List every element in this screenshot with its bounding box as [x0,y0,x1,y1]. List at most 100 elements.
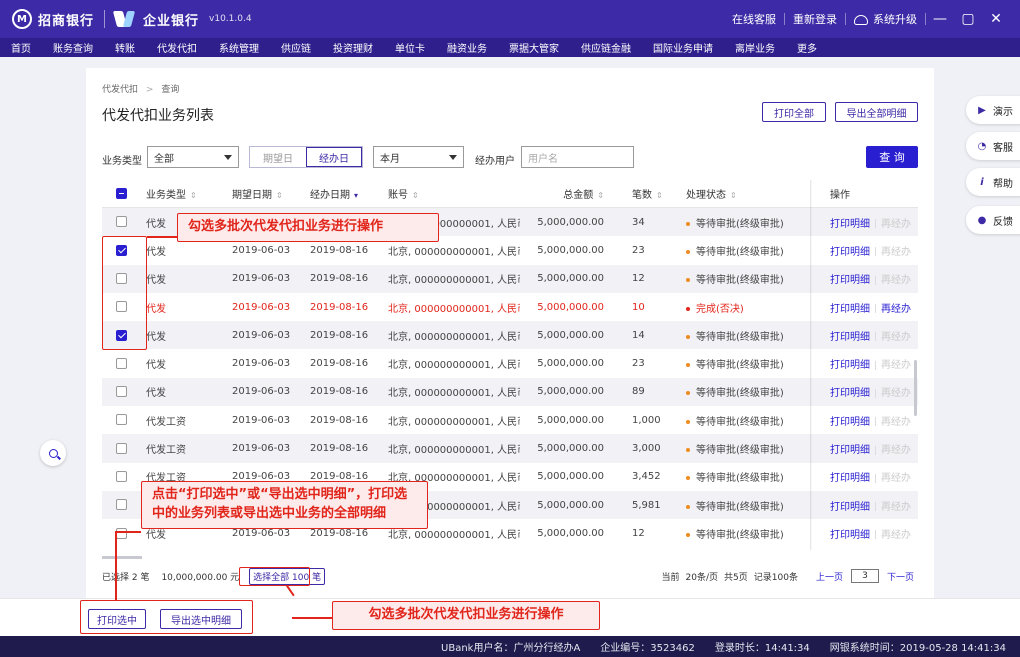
header-expected[interactable]: 期望日期 ⇕ [232,186,310,201]
cell-amount: 5,000,000.00 [537,471,604,483]
cell-account: 北京, 000000000001, 人民币 [388,303,520,315]
zoom-button[interactable] [40,440,66,466]
cell-ops: 打印明细 再经办 [822,215,918,230]
nav-item-system[interactable]: 系统管理 [208,40,270,55]
print-detail-link[interactable]: 打印明细 [830,445,870,456]
print-detail-link[interactable]: 打印明细 [830,530,870,541]
print-detail-link[interactable]: 打印明细 [830,219,870,230]
nav-item-supply-finance[interactable]: 供应链金融 [570,40,642,55]
chat-icon: ● [977,214,987,226]
relogin-link[interactable]: 重新登录 [785,11,845,27]
nav-item-corp-card[interactable]: 单位卡 [384,40,436,55]
bottom-buttons-highlight-frame [80,600,253,634]
print-all-button[interactable]: 打印全部 [762,102,826,122]
row-checkbox[interactable] [116,471,127,483]
header-processed[interactable]: 经办日期 ▾ [310,186,388,201]
user-input[interactable]: 用户名 [521,146,634,168]
online-service-link[interactable]: 在线客服 [724,11,784,27]
table-row[interactable]: 代发 2019-06-03 2019-08-16 北京, 000000000001, … [102,264,918,293]
breadcrumb-parent[interactable]: 代发代扣 [102,85,138,95]
sort-desc-icon: ▾ [354,191,359,200]
header-status[interactable]: 处理状态 ⇕ [686,186,822,201]
vertical-scrollbar[interactable] [914,360,917,416]
row-checkbox[interactable] [116,386,127,398]
nav-item-bills[interactable]: 票据大管家 [498,40,570,55]
print-detail-link[interactable]: 打印明细 [830,304,870,315]
status-text: 等待审批(终级审批) [696,218,784,230]
header-count[interactable]: 笔数 ⇕ [620,186,686,201]
print-detail-link[interactable]: 打印明细 [830,275,870,286]
seg-processed-date[interactable]: 经办日 [306,147,362,167]
help-button[interactable]: i 帮助 [966,168,1020,196]
nav-item-home[interactable]: 首页 [0,40,42,55]
prev-page-button[interactable]: 上一页 [816,570,843,583]
query-button[interactable]: 查 询 [866,146,918,168]
maximize-button[interactable]: ▢ [954,11,982,27]
period-select[interactable]: 本月 [373,146,464,168]
header-account[interactable]: 账号 ⇕ [388,186,520,201]
export-all-button[interactable]: 导出全部明细 [835,102,918,122]
print-detail-link[interactable]: 打印明细 [830,473,870,484]
breadcrumb: 代发代扣 > 查询 [102,82,179,95]
nav-item-payroll[interactable]: 代发代扣 [146,40,208,55]
page-number-input[interactable]: 3 [850,569,879,583]
print-detail-link[interactable]: 打印明细 [830,247,870,258]
nav-item-offshore[interactable]: 离岸业务 [724,40,786,55]
chevron-down-icon [224,155,232,160]
cell-count: 12 [632,273,645,285]
page-title: 代发代扣业务列表 [102,108,214,124]
nav-item-supply-chain[interactable]: 供应链 [270,40,322,55]
cell-ops: 打印明细 再经办 [822,300,918,315]
nav-item-financing[interactable]: 融资业务 [436,40,498,55]
nav-item-more[interactable]: 更多 [786,40,828,55]
status-dot-icon [686,419,690,424]
print-detail-link[interactable]: 打印明细 [830,360,870,371]
upgrade-link[interactable]: 系统升级 [846,11,925,27]
print-detail-link[interactable]: 打印明细 [830,502,870,513]
row-checkbox[interactable] [116,442,127,454]
table-row[interactable]: 代发 2019-06-03 2019-08-16 北京, 000000000001, … [102,321,918,350]
pager-per-page[interactable]: 20条/页 [686,570,719,583]
divider [875,247,876,257]
table-footer: 已选择 2 笔 10,000,000.00 元 选择全部 100 笔 当前 20… [102,567,918,585]
select-all-checkbox[interactable] [116,187,127,199]
divider [875,502,876,512]
bank-logo: M 招商银行 企业银行 v10.1.0.4 [0,9,252,29]
table-row[interactable]: 代发 2019-06-03 2019-08-16 北京, 000000000001, … [102,293,918,321]
horizontal-scrollbar[interactable] [102,556,142,559]
redo-link: 再经办 [881,388,911,400]
header-type[interactable]: 业务类型 ⇕ [146,186,232,201]
minimize-button[interactable]: — [926,11,954,27]
demo-button[interactable]: ▶ 演示 [966,96,1020,124]
table-row[interactable]: 代发 2019-06-03 2019-08-16 北京, 000000000001, … [102,377,918,407]
feedback-button[interactable]: ● 反馈 [966,206,1020,234]
enterprise-logo-icon [115,11,135,27]
header-count-label: 笔数 [632,190,652,201]
row-checkbox[interactable] [116,357,127,369]
row-checkbox[interactable] [116,216,127,228]
seg-expected-date[interactable]: 期望日 [250,147,306,167]
nav-item-transfer[interactable]: 转账 [104,40,146,55]
close-button[interactable]: ✕ [982,11,1010,27]
divider [875,304,876,314]
nav-item-investment[interactable]: 投资理财 [322,40,384,55]
next-page-button[interactable]: 下一页 [887,570,914,583]
redo-link[interactable]: 再经办 [881,304,911,315]
header-amount[interactable]: 总金额 ⇕ [520,186,620,201]
service-button[interactable]: ◔ 客服 [966,132,1020,160]
table-row[interactable]: 代发 2019-06-03 2019-08-16 北京, 000000000001, … [102,349,918,377]
nav-item-intl[interactable]: 国际业务申请 [642,40,724,55]
print-detail-link[interactable]: 打印明细 [830,417,870,428]
nav-item-account-query[interactable]: 账务查询 [42,40,104,55]
row-checkbox[interactable] [116,499,127,511]
status-text: 等待审批(终级审批) [696,529,784,541]
print-detail-link[interactable]: 打印明细 [830,388,870,399]
row-checkbox[interactable] [116,414,127,426]
print-detail-link[interactable]: 打印明细 [830,332,870,343]
status-dot-icon [686,448,690,453]
table-row[interactable]: 代发工资 2019-06-03 2019-08-16 北京, 000000000001… [102,406,918,434]
row-checkbox[interactable] [116,527,127,539]
redo-link: 再经办 [881,246,911,258]
biz-type-select[interactable]: 全部 [147,146,239,168]
table-row[interactable]: 代发工资 2019-06-03 2019-08-16 北京, 000000000001… [102,434,918,463]
